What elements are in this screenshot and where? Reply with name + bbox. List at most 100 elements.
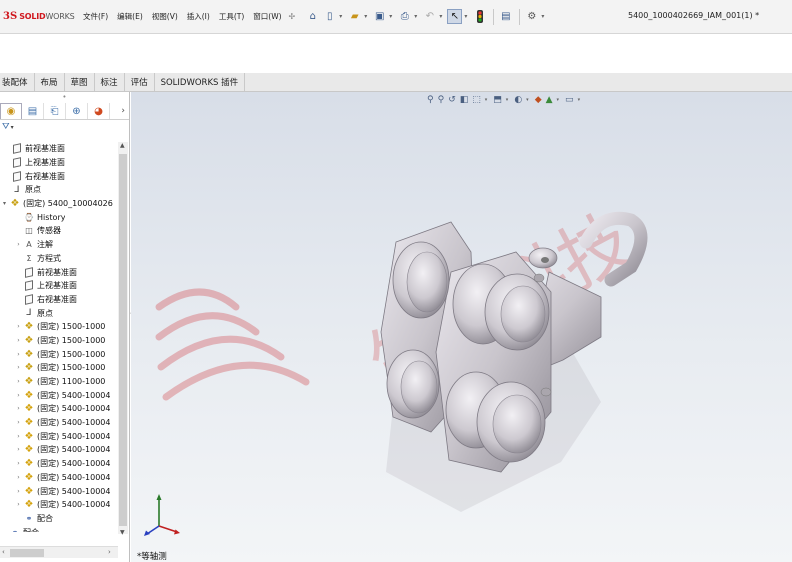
open-dropdown-icon[interactable]: ▾ [364,13,367,20]
tree-expand-icon[interactable]: › [14,474,23,481]
command-tab[interactable]: SOLIDWORKS 插件 [155,73,246,91]
file-properties-icon[interactable]: ▤ [498,9,513,24]
open-folder-icon[interactable]: ▰ [347,9,362,24]
tree-row[interactable]: ⌚ History [0,210,118,224]
tree-row[interactable]: › ❖ (固定) 5400-10004 [0,416,118,430]
tree-row[interactable]: 右视基准面 [0,169,118,183]
tree-row[interactable]: › ❖ (固定) 5400-10004 [0,457,118,471]
tree-row[interactable]: › ❖ (固定) 1500-1000 [0,320,118,334]
tree-filter[interactable]: ⛛ ▾ [0,120,129,134]
options-dropdown-icon[interactable]: ▾ [541,13,544,20]
tree-row[interactable]: ⅃ 原点 [0,306,118,320]
property-manager-tab-icon[interactable]: ▤ [22,103,44,119]
tree-expand-icon[interactable]: › [14,337,23,344]
print-icon[interactable]: ⎙ [397,9,412,24]
tree-row[interactable]: ⚭配合 [0,512,118,526]
tree-row[interactable]: ⅃ 原点 [0,183,118,197]
scroll-right-icon[interactable]: › [108,548,111,556]
tree-row[interactable]: ▾ ❖ (固定) 5400_10004026 [0,197,118,211]
tree-expand-icon[interactable]: › [14,351,23,358]
menu-item[interactable]: 文件(F) [83,11,108,22]
command-tab[interactable]: 评估 [125,73,155,91]
tree-row[interactable]: 上视基准面 [0,156,118,170]
tree-row[interactable]: 前视基准面 [0,265,118,279]
tree-row[interactable]: › ❖ (固定) 5400-10004 [0,471,118,485]
filter-dropdown-icon[interactable]: ▾ [11,124,14,131]
tree-horizontal-scrollbar[interactable]: ‹ › [0,546,118,558]
save-icon[interactable]: ▣ [372,9,387,24]
command-tab[interactable]: 装配体 [0,73,35,91]
tree-row[interactable]: 右视基准面 [0,293,118,307]
tree-row[interactable]: › ❖ (固定) 5400-10004 [0,429,118,443]
menu-item[interactable]: 窗口(W) [253,11,281,22]
tree-row[interactable]: 上视基准面 [0,279,118,293]
tree-expand-icon[interactable]: ▾ [0,200,9,207]
menu-item[interactable]: 工具(T) [219,11,244,22]
scrollbar-thumb[interactable] [119,154,127,526]
select-dropdown-icon[interactable]: ▾ [464,13,467,20]
display-manager-tab-icon[interactable]: ◕ [88,103,110,119]
traffic-light-icon[interactable] [472,9,487,24]
tree-row[interactable]: › ❖ (固定) 5400-10004 [0,484,118,498]
command-tab[interactable]: 布局 [35,73,65,91]
tree-vertical-scrollbar[interactable]: ▲ ▼ [118,142,128,536]
tree-row[interactable]: › A 注解 [0,238,118,252]
print-dropdown-icon[interactable]: ▾ [414,13,417,20]
undo-icon[interactable]: ↶ [422,9,437,24]
menu-item[interactable]: 插入(I) [187,11,210,22]
command-tab[interactable]: 标注 [95,73,125,91]
tree-expand-icon[interactable]: › [14,446,23,453]
tree-expand-icon[interactable]: › [14,392,23,399]
tree-expand-icon[interactable]: › [14,460,23,467]
new-document-icon[interactable]: ▯ [322,9,337,24]
undo-dropdown-icon[interactable]: ▾ [439,13,442,20]
menu-item[interactable]: 编辑(E) [117,11,143,22]
tree-row[interactable]: › ❖ (固定) 5400-10004 [0,402,118,416]
tree-row[interactable]: › ❖ (固定) 1500-1000 [0,361,118,375]
tree-expand-icon[interactable]: › [14,364,23,371]
tree-expand-icon[interactable]: › [14,433,23,440]
tree-expand-icon[interactable]: › [14,501,23,508]
configuration-manager-tab-icon[interactable]: ⎗ [44,103,66,119]
solidworks-logo[interactable]: 3S SOLIDWORKS [3,11,75,22]
options-gear-icon[interactable]: ⚙ [524,9,539,24]
tree-expand-icon[interactable]: › [14,378,23,385]
menu-item[interactable]: 视图(V) [152,11,178,22]
new-dropdown-icon[interactable]: ▾ [339,13,342,20]
tree-expand-icon[interactable]: › [14,419,23,426]
tree-row[interactable]: › ❖ (固定) 1500-1000 [0,347,118,361]
filter-funnel-icon[interactable]: ⛛ [2,122,10,132]
graphics-viewport[interactable]: ⚲ ⚲ ↺ ◧ ⬚▾ ⬒▾ ◐▾ ◆ ▲▾ ▭▾ 生信科技 [131,92,792,562]
ds-logo-mark: 3S [3,11,18,22]
feature-manager-tab-icon[interactable]: ◉ [0,103,22,119]
plane-icon [23,266,35,278]
panel-grip-icon[interactable]: • [0,92,129,103]
tree-row[interactable]: 前视基准面 [0,142,118,156]
tree-row[interactable]: › ❖ (固定) 5400-10004 [0,388,118,402]
tree-expand-icon[interactable]: › [14,323,23,330]
tree-expand-icon[interactable]: › [14,405,23,412]
tree-expand-icon[interactable]: › [14,488,23,495]
document-title: 5400_1000402669_IAM_001(1) * [628,11,760,20]
tree-row[interactable]: › ❖ (固定) 1100-1000 [0,375,118,389]
home-icon[interactable]: ⌂ [305,9,320,24]
tree-expand-icon[interactable]: › [14,241,23,248]
tree-row[interactable]: › ❖ (固定) 1500-1000 [0,334,118,348]
pin-menu-icon[interactable]: ✢ [289,12,296,21]
panel-tabs-more-icon[interactable]: › [121,106,129,116]
tree-row[interactable]: Σ 方程式 [0,252,118,266]
scroll-left-icon[interactable]: ‹ [2,548,5,556]
assembly-model[interactable] [131,92,792,562]
scroll-down-icon[interactable]: ▼ [120,529,125,536]
dimxpert-tab-icon[interactable]: ⊕ [66,103,88,119]
tree-row[interactable]: ⚭配合 [0,525,118,532]
select-cursor-icon[interactable]: ↖ [447,9,463,24]
command-tab[interactable]: 草图 [65,73,95,91]
tree-row[interactable]: ◫ 传感器 [0,224,118,238]
tree-row[interactable]: › ❖ (固定) 5400-10004 [0,443,118,457]
scroll-up-icon[interactable]: ▲ [120,142,125,149]
scrollbar-thumb[interactable] [10,549,44,557]
save-dropdown-icon[interactable]: ▾ [389,13,392,20]
axis-triad [144,494,180,536]
tree-row[interactable]: › ❖ (固定) 5400-10004 [0,498,118,512]
